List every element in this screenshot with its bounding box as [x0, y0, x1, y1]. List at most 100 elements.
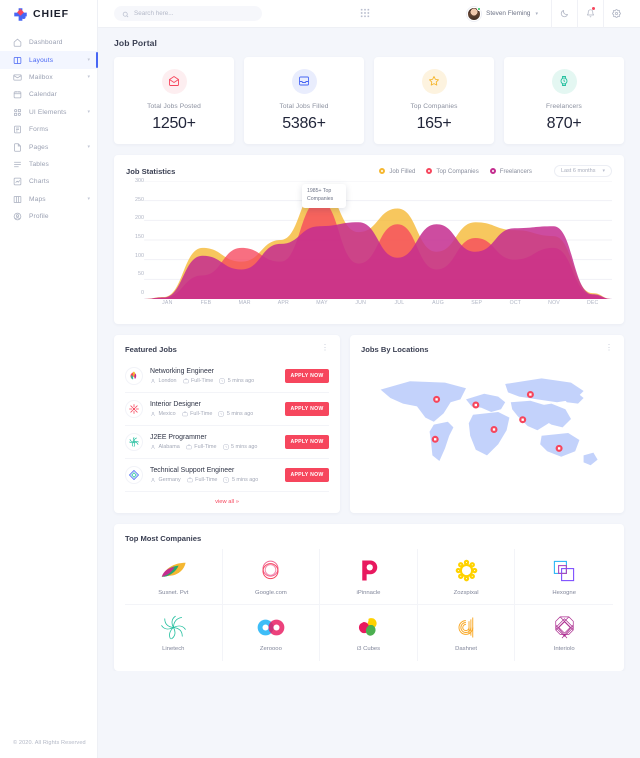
company-cell-interiolo[interactable]: Interiolo	[515, 605, 613, 661]
company-cell-linetech[interactable]: Linetech	[125, 605, 223, 661]
job-location: Mexico	[150, 411, 176, 417]
company-cell-zeroooo[interactable]: Zeroooo	[223, 605, 321, 661]
map-markers	[431, 391, 563, 452]
more-vertical-icon[interactable]: ⋮	[321, 344, 329, 351]
job-meta: Mexico Full-Time 5 mins ago	[150, 411, 278, 417]
sidebar-item-pages[interactable]: Pages ▾	[0, 138, 97, 155]
legend-item-top-companies[interactable]: Top Companies	[426, 168, 479, 175]
d-letter-logo-icon	[454, 614, 479, 640]
map-pin-icon[interactable]	[555, 444, 563, 452]
briefcase-icon	[182, 378, 189, 384]
x-tick-label: FEB	[200, 300, 212, 306]
clock-icon	[223, 477, 229, 483]
y-tick-label: 0	[141, 290, 144, 296]
area-chart-svg	[144, 181, 612, 299]
job-type-text: Full-Time	[191, 378, 214, 384]
star-icon	[421, 68, 447, 94]
leaf-burst-logo-icon	[125, 367, 143, 385]
apps-grid-icon[interactable]	[360, 5, 370, 23]
diamond-logo-icon	[125, 466, 143, 484]
job-info: J2EE Programmer Alabama Full-Time 5 mins…	[150, 434, 278, 450]
list-item[interactable]: Technical Support Engineer Germany Full-…	[125, 459, 329, 492]
sidebar-nav: Dashboard Layouts ▾ Mailbox ▾ Calendar U…	[0, 28, 98, 225]
list-item[interactable]: Interior Designer Mexico Full-Time 5 min…	[125, 393, 329, 426]
stat-card-total-jobs-posted[interactable]: Total Jobs Posted 1250+	[114, 57, 234, 144]
sidebar-item-mailbox[interactable]: Mailbox ▾	[0, 69, 97, 86]
sidebar-item-tables[interactable]: Tables	[0, 156, 97, 173]
company-cell-susnet[interactable]: Susnet. Pvt	[125, 549, 223, 605]
company-cell-hexogne[interactable]: Hexogne	[515, 549, 613, 605]
chart-x-axis: JAN FEB MAR APR MAY JUN JUL AUG SEP OCT …	[126, 300, 612, 306]
calendar-icon	[13, 90, 22, 99]
company-cell-i3cubes[interactable]: i3 Cubes	[320, 605, 418, 661]
list-item[interactable]: Networking Engineer London Full-Time 5 m…	[125, 360, 329, 393]
date-range-select[interactable]: Last 6 months ▾	[553, 165, 612, 177]
sidebar-item-calendar[interactable]: Calendar	[0, 86, 97, 103]
sidebar-item-label: Pages	[29, 143, 49, 151]
sidebar-item-label: Profile	[29, 213, 49, 221]
brand-name: CHIEF	[33, 8, 69, 20]
sidebar-item-label: UI Elements	[29, 108, 67, 116]
legend-item-freelancers[interactable]: Freelancers	[489, 168, 532, 175]
sidebar-item-layouts[interactable]: Layouts ▾	[0, 51, 98, 69]
search-container[interactable]	[114, 6, 262, 21]
more-vertical-icon[interactable]: ⋮	[605, 344, 613, 351]
sidebar-item-dashboard[interactable]: Dashboard	[0, 34, 97, 51]
p-letter-logo-icon	[356, 558, 381, 584]
home-icon	[13, 38, 22, 47]
sun-burst-logo-icon	[454, 558, 479, 584]
brand[interactable]: CHIEF	[0, 0, 97, 28]
job-meta: London Full-Time 5 mins ago	[150, 378, 278, 384]
apply-now-button[interactable]: APPLY NOW	[285, 468, 329, 482]
sidebar-item-label: Calendar	[29, 91, 57, 99]
list-item[interactable]: J2EE Programmer Alabama Full-Time 5 mins…	[125, 426, 329, 459]
snowflake-logo-icon	[125, 400, 143, 418]
sidebar-item-charts[interactable]: Charts	[0, 173, 97, 190]
sidebar-item-profile[interactable]: Profile	[0, 208, 97, 225]
map-pin-icon[interactable]	[490, 426, 498, 433]
night-mode-button[interactable]	[551, 0, 577, 28]
map-pin-icon[interactable]	[526, 391, 534, 398]
chief-cross-logo-icon	[13, 7, 28, 22]
sidebar-item-forms[interactable]: Forms	[0, 121, 97, 138]
job-time: 5 mins ago	[223, 477, 258, 483]
avatar	[467, 6, 482, 21]
user-location-icon	[151, 477, 155, 483]
stat-card-freelancers[interactable]: Freelancers 870+	[504, 57, 624, 144]
job-title: J2EE Programmer	[150, 434, 207, 441]
stat-card-top-companies[interactable]: Top Companies 165+	[374, 57, 494, 144]
notifications-button[interactable]	[577, 0, 603, 28]
search-input[interactable]	[134, 10, 254, 17]
company-cell-google[interactable]: Google.com	[222, 549, 321, 605]
company-cell-dashnet[interactable]: Dashnet	[418, 605, 516, 661]
map-pin-icon[interactable]	[433, 395, 441, 403]
user-menu[interactable]: Steven Fleming ▾	[467, 6, 551, 21]
company-cell-ipinnacle[interactable]: iPinnacle	[320, 549, 418, 605]
briefcase-icon	[181, 411, 188, 417]
chevron-down-icon: ▾	[535, 10, 538, 17]
sidebar-item-maps[interactable]: Maps ▾	[0, 191, 97, 208]
map-pin-icon[interactable]	[519, 416, 527, 424]
job-time: 5 mins ago	[223, 444, 257, 450]
apply-now-button[interactable]: APPLY NOW	[285, 369, 329, 383]
map-pin-icon[interactable]	[472, 401, 480, 409]
stat-card-total-jobs-filled[interactable]: Total Jobs Filled 5386+	[244, 57, 364, 144]
view-all-link[interactable]: view all »	[125, 492, 329, 505]
legend-item-job-filled[interactable]: Job Filled	[379, 168, 415, 175]
sidebar-item-ui-elements[interactable]: UI Elements ▾	[0, 104, 97, 121]
job-location: London	[150, 378, 177, 384]
apply-now-button[interactable]: APPLY NOW	[285, 402, 329, 416]
sidebar-item-label: Dashboard	[29, 39, 63, 47]
locations-header: Jobs By Locations ⋮	[361, 344, 613, 354]
grid-elements-icon	[13, 108, 22, 117]
apply-now-button[interactable]: APPLY NOW	[285, 435, 329, 449]
header-actions: Steven Fleming ▾	[467, 0, 629, 28]
squares-logo-icon	[552, 558, 576, 584]
company-name: Zeroooo	[259, 646, 282, 652]
settings-button[interactable]	[603, 0, 629, 28]
world-map[interactable]	[361, 360, 613, 485]
company-cell-zozspixal[interactable]: Zozspixal	[417, 549, 516, 605]
legend-swatch	[426, 168, 433, 174]
map-pin-icon[interactable]	[431, 435, 439, 443]
job-statistics-card: Job Statistics Job Filled Top Companies	[114, 155, 624, 324]
